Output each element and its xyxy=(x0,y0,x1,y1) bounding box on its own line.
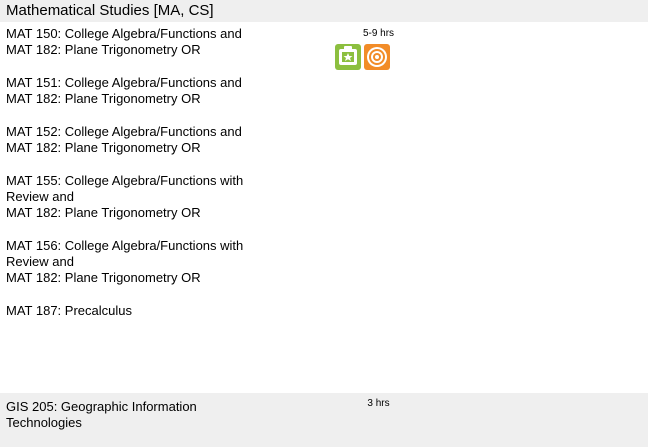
course-option: MAT 156: College Algebra/Functions with … xyxy=(6,238,316,286)
course-option: GIS 205: Geographic Information Technolo… xyxy=(6,399,316,431)
course-option: MAT 151: College Algebra/Functions and M… xyxy=(6,75,316,107)
course-line: Technologies xyxy=(6,415,82,430)
course-option: MAT 155: College Algebra/Functions with … xyxy=(6,173,316,221)
designation-badges xyxy=(335,44,390,70)
course-list: GIS 205: Geographic Information Technolo… xyxy=(6,399,316,448)
course-line: MAT 150: College Algebra/Functions and xyxy=(6,26,242,41)
course-line: MAT 155: College Algebra/Functions with xyxy=(6,173,244,188)
course-line: Review and xyxy=(6,189,74,204)
course-line: MAT 182: Plane Trigonometry OR xyxy=(6,270,201,285)
section-header: Mathematical Studies [MA, CS] xyxy=(0,0,648,22)
course-line: MAT 187: Precalculus xyxy=(6,303,132,318)
course-line: MAT 151: College Algebra/Functions and xyxy=(6,75,242,90)
credit-hours: 3 hrs xyxy=(367,398,390,409)
green-book-badge-icon[interactable] xyxy=(335,44,361,70)
math-requirement-row: MAT 150: College Algebra/Functions and M… xyxy=(0,22,648,386)
credit-hours: 5-9 hrs xyxy=(362,28,395,39)
course-option: MAT 152: College Algebra/Functions and M… xyxy=(6,124,316,156)
course-option: MAT 150: College Algebra/Functions and M… xyxy=(6,26,316,58)
course-line: Review and xyxy=(6,254,74,269)
course-line: MAT 182: Plane Trigonometry OR xyxy=(6,42,201,57)
course-list: MAT 150: College Algebra/Functions and M… xyxy=(6,26,316,336)
course-line: MAT 152: College Algebra/Functions and xyxy=(6,124,242,139)
course-option: MAT 187: Precalculus xyxy=(6,303,316,319)
section-title: Mathematical Studies [MA, CS] xyxy=(6,2,214,19)
course-line: MAT 182: Plane Trigonometry OR xyxy=(6,91,201,106)
course-line: MAT 182: Plane Trigonometry OR xyxy=(6,140,201,155)
gis-requirement-row: GIS 205: Geographic Information Technolo… xyxy=(0,393,648,447)
course-line: GIS 205: Geographic Information xyxy=(6,399,197,414)
orange-target-badge-icon[interactable] xyxy=(364,44,390,70)
course-line: MAT 182: Plane Trigonometry OR xyxy=(6,205,201,220)
course-line: MAT 156: College Algebra/Functions with xyxy=(6,238,244,253)
